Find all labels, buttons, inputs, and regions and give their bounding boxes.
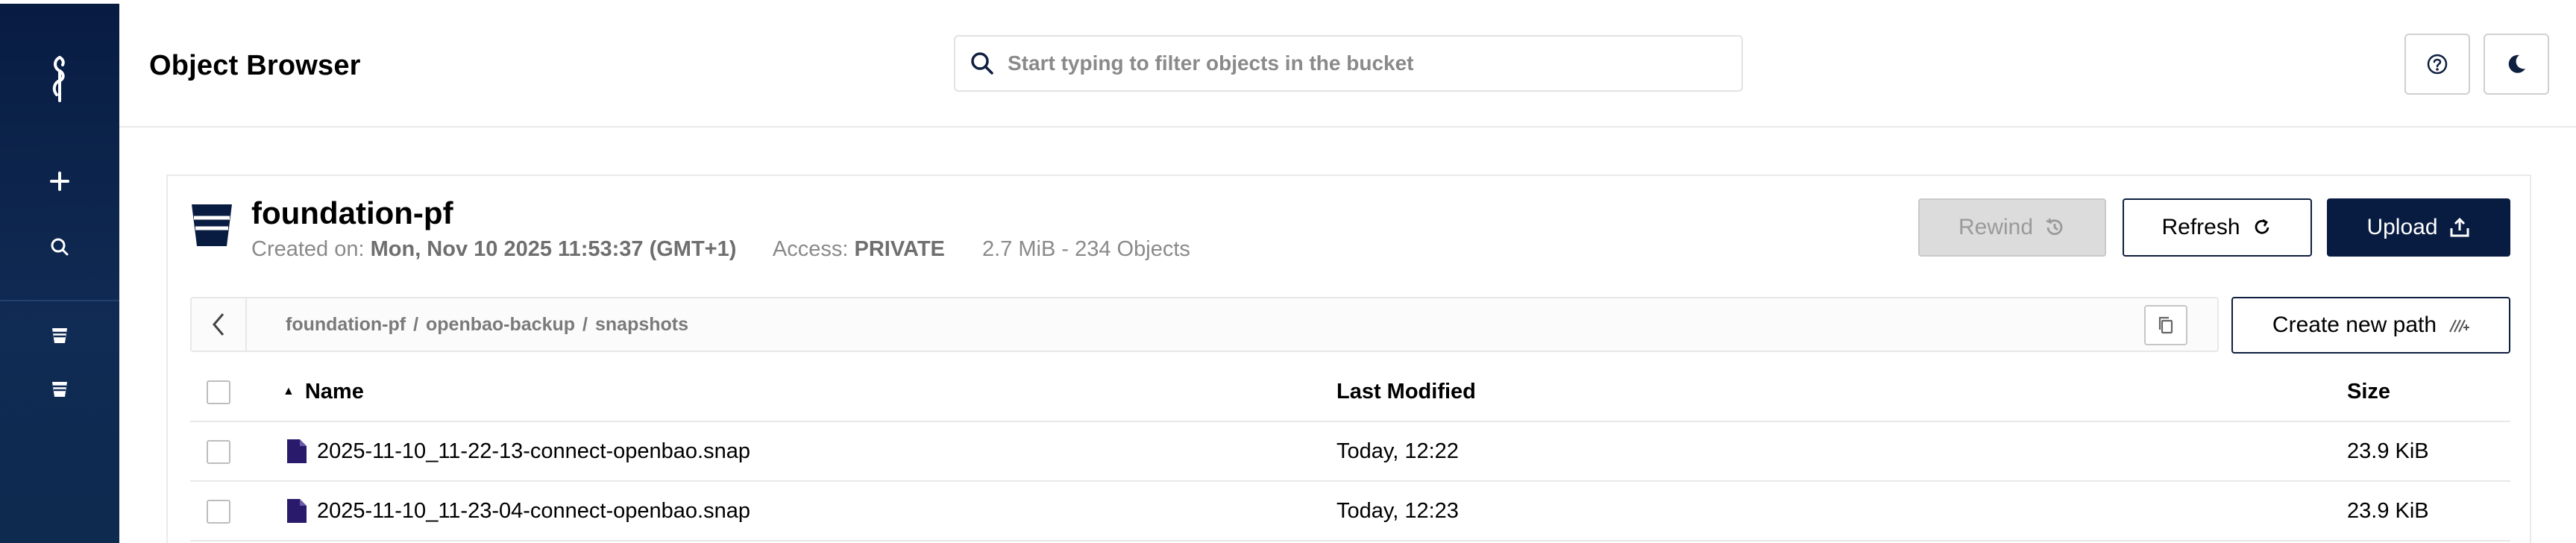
column-header-last-modified[interactable]: Last Modified	[1336, 362, 1476, 421]
bucket-icon	[52, 328, 67, 343]
sidebar-item-search[interactable]	[42, 229, 78, 265]
object-size: 23.9 KiB	[2347, 439, 2429, 463]
app-root: Object Browser foundation-pf Created on:…	[0, 0, 2576, 543]
table-row[interactable]: 2025-11-10_11-22-13-connect-openbao.snap…	[190, 422, 2510, 482]
refresh-label: Refresh	[2161, 215, 2240, 239]
refresh-button[interactable]: Refresh	[2123, 198, 2312, 257]
sort-asc-icon: ▲	[283, 385, 295, 398]
file-icon	[287, 439, 307, 463]
theme-toggle-button[interactable]	[2484, 34, 2549, 95]
copy-icon	[2158, 316, 2173, 334]
access-value: PRIVATE	[854, 237, 945, 261]
create-new-path-button[interactable]: Create new path	[2231, 297, 2510, 354]
row-checkbox[interactable]	[207, 440, 230, 464]
object-size: 23.9 KiB	[2347, 498, 2429, 523]
search-input[interactable]	[1008, 51, 1679, 75]
select-all-checkbox[interactable]	[207, 380, 230, 404]
column-header-size[interactable]: Size	[2347, 362, 2390, 421]
upload-button[interactable]: Upload	[2327, 198, 2510, 257]
search-icon	[971, 52, 993, 75]
object-name[interactable]: 2025-11-10_11-23-04-connect-openbao.snap	[317, 499, 750, 524]
help-circle-icon	[2427, 54, 2448, 75]
table-row[interactable]: 2025-11-10_11-23-04-connect-openbao.snap…	[190, 482, 2510, 542]
column-name-label: Name	[304, 379, 364, 404]
chevron-left-icon	[213, 313, 224, 336]
breadcrumb-separator: /	[582, 314, 588, 335]
object-name[interactable]: 2025-11-10_11-22-13-connect-openbao.snap	[317, 439, 750, 464]
breadcrumb-item[interactable]: snapshots	[595, 314, 688, 335]
new-folder-path-icon	[2449, 319, 2470, 333]
sidebar-item-buckets[interactable]	[42, 317, 78, 353]
object-last-modified: Today, 12:23	[1336, 498, 1459, 523]
objects-table: ▲ Name Last Modified Size 2025-11-10_11-…	[190, 362, 2510, 542]
breadcrumb: foundation-pf / openbao-backup / snapshots	[190, 297, 2219, 352]
plus-icon	[50, 172, 69, 191]
breadcrumb-path: foundation-pf / openbao-backup / snapshots	[286, 314, 688, 336]
breadcrumb-item[interactable]: foundation-pf	[286, 314, 406, 335]
search-icon	[51, 238, 69, 256]
bucket-metadata: Created on: Mon, Nov 10 2025 11:53:37 (G…	[251, 237, 1190, 262]
created-label: Created on:	[251, 237, 365, 261]
table-header-row: ▲ Name Last Modified Size	[190, 362, 2510, 422]
breadcrumb-separator: /	[413, 314, 419, 335]
page-title: Object Browser	[149, 50, 361, 81]
bucket-name: foundation-pf	[251, 195, 453, 230]
file-icon	[287, 499, 307, 523]
back-button[interactable]	[192, 298, 247, 351]
copy-path-button[interactable]	[2144, 305, 2187, 345]
rewind-button[interactable]: Rewind	[1918, 198, 2106, 257]
rewind-label: Rewind	[1958, 215, 2034, 239]
bucket-icon	[190, 201, 233, 249]
help-button[interactable]	[2404, 34, 2470, 95]
sidebar-item-bucket-2[interactable]	[42, 371, 78, 407]
search-box[interactable]	[954, 35, 1743, 92]
access-label: Access:	[772, 237, 849, 261]
refresh-icon	[2255, 219, 2269, 234]
bucket-icon	[52, 382, 67, 397]
minio-logo-icon[interactable]	[40, 51, 79, 105]
breadcrumb-item[interactable]: openbao-backup	[426, 314, 575, 335]
sidebar	[0, 4, 119, 543]
bucket-usage: 2.7 MiB - 234 Objects	[982, 237, 1190, 261]
bucket-panel: foundation-pf Created on: Mon, Nov 10 20…	[166, 175, 2531, 543]
sidebar-item-create-bucket[interactable]	[42, 163, 78, 199]
upload-label: Upload	[2366, 215, 2438, 239]
top-header: Object Browser	[119, 4, 2576, 128]
row-checkbox[interactable]	[207, 500, 230, 524]
column-header-name[interactable]: ▲ Name	[283, 362, 364, 421]
history-icon	[2046, 218, 2063, 236]
moon-icon	[2508, 54, 2525, 73]
upload-icon	[2450, 217, 2469, 237]
sidebar-divider	[0, 300, 119, 301]
created-value: Mon, Nov 10 2025 11:53:37 (GMT+1)	[370, 237, 737, 261]
create-path-label: Create new path	[2272, 313, 2437, 337]
object-last-modified: Today, 12:22	[1336, 439, 1459, 463]
